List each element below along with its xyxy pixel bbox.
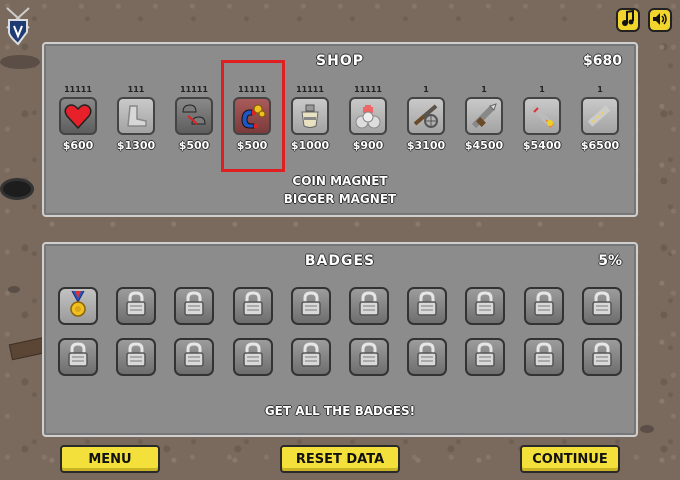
item-price: $1300 (116, 139, 156, 152)
badges-title: BADGES (304, 253, 376, 269)
upgrade-level: 1 (481, 85, 487, 94)
speaker-icon (652, 11, 668, 30)
shop-item-missile[interactable]: 1 $5400 (513, 84, 571, 152)
upgrade-level: 11111 (64, 85, 92, 94)
laser-icon (581, 97, 619, 135)
badge-locked[interactable] (582, 338, 622, 376)
money-display: $680 (583, 53, 622, 69)
badge-locked[interactable] (116, 338, 156, 376)
shop-item-bomb[interactable]: 11111 $1000 (281, 84, 339, 152)
heart-icon (59, 97, 97, 135)
lock-icon (182, 342, 206, 372)
lock-icon (241, 342, 265, 372)
badge-locked[interactable] (407, 287, 447, 325)
upgrade-level: 11111 (354, 85, 382, 94)
badges-message: GET ALL THE BADGES! (264, 404, 416, 418)
badge-earned[interactable] (58, 287, 98, 325)
lock-icon (124, 291, 148, 321)
item-price: $6500 (580, 139, 620, 152)
item-price: $500 (236, 139, 268, 152)
boot-icon (117, 97, 155, 135)
lock-icon (415, 291, 439, 321)
lock-icon (357, 291, 381, 321)
item-price: $4500 (464, 139, 504, 152)
badge-locked[interactable] (233, 287, 273, 325)
lock-icon (299, 342, 323, 372)
lock-icon (124, 342, 148, 372)
badge-locked[interactable] (291, 338, 331, 376)
lock-icon (299, 291, 323, 321)
lock-icon (532, 291, 556, 321)
badge-locked[interactable] (465, 287, 505, 325)
rocket-launcher-icon (465, 97, 503, 135)
item-price: $5400 (522, 139, 562, 152)
rifle-icon (407, 97, 445, 135)
shop-item-laser[interactable]: 1 $6500 (571, 84, 629, 152)
rock (640, 425, 654, 433)
badge-locked[interactable] (233, 338, 273, 376)
rock (8, 286, 20, 293)
bomb-icon (291, 97, 329, 135)
upgrade-level: 111 (127, 85, 145, 94)
badge-locked[interactable] (524, 338, 564, 376)
lock-icon (415, 342, 439, 372)
medal-icon (67, 290, 89, 322)
badge-locked[interactable] (174, 338, 214, 376)
missile-icon (523, 97, 561, 135)
item-price: $1000 (290, 139, 330, 152)
upgrade-level: 1 (597, 85, 603, 94)
lock-icon (473, 291, 497, 321)
helmet-icon (175, 97, 213, 135)
lock-icon (182, 291, 206, 321)
badge-locked[interactable] (407, 338, 447, 376)
shop-item-helmet[interactable]: 11111 $500 (165, 84, 223, 152)
music-toggle-button[interactable] (616, 8, 640, 32)
item-description: BIGGER MAGNET (283, 192, 397, 206)
shop-item-magnet[interactable]: 11111 $500 (223, 84, 281, 152)
menu-button[interactable]: MENU (60, 445, 160, 473)
upgrade-level: 1 (423, 85, 429, 94)
shop-item-boot[interactable]: 111 $1300 (107, 84, 165, 152)
upgrade-level: 11111 (296, 85, 324, 94)
lock-icon (590, 291, 614, 321)
magnet-icon (233, 97, 271, 135)
badge-locked[interactable] (582, 287, 622, 325)
badge-locked[interactable] (349, 287, 389, 325)
badges-percent: 5% (598, 253, 622, 269)
shield-logo-icon (4, 6, 32, 46)
badge-locked[interactable] (524, 287, 564, 325)
item-price: $500 (178, 139, 210, 152)
item-price: $900 (352, 139, 384, 152)
upgrade-level: 1 (539, 85, 545, 94)
lock-icon (241, 291, 265, 321)
rock (0, 55, 40, 69)
item-price: $3100 (406, 139, 446, 152)
badge-locked[interactable] (58, 338, 98, 376)
badge-locked[interactable] (291, 287, 331, 325)
shop-item-rifle[interactable]: 1 $3100 (397, 84, 455, 152)
sound-toggle-button[interactable] (648, 8, 672, 32)
upgrade-level: 11111 (238, 85, 266, 94)
item-name: COIN MAGNET (292, 174, 388, 188)
tire-decoration (0, 178, 34, 200)
reset-data-button[interactable]: RESET DATA (280, 445, 400, 473)
lock-icon (590, 342, 614, 372)
badge-locked[interactable] (465, 338, 505, 376)
shop-item-medkit[interactable]: 11111 $900 (339, 84, 397, 152)
lock-icon (66, 342, 90, 372)
continue-button[interactable]: CONTINUE (520, 445, 620, 473)
badge-locked[interactable] (174, 287, 214, 325)
badge-locked[interactable] (349, 338, 389, 376)
lock-icon (357, 342, 381, 372)
lock-icon (532, 342, 556, 372)
item-price: $600 (62, 139, 94, 152)
medkit-icon (349, 97, 387, 135)
lock-icon (473, 342, 497, 372)
shop-item-heart[interactable]: 11111 $600 (49, 84, 107, 152)
shop-title: SHOP (316, 53, 364, 69)
badge-locked[interactable] (116, 287, 156, 325)
music-note-icon (621, 9, 635, 30)
upgrade-level: 11111 (180, 85, 208, 94)
shop-item-rocket[interactable]: 1 $4500 (455, 84, 513, 152)
